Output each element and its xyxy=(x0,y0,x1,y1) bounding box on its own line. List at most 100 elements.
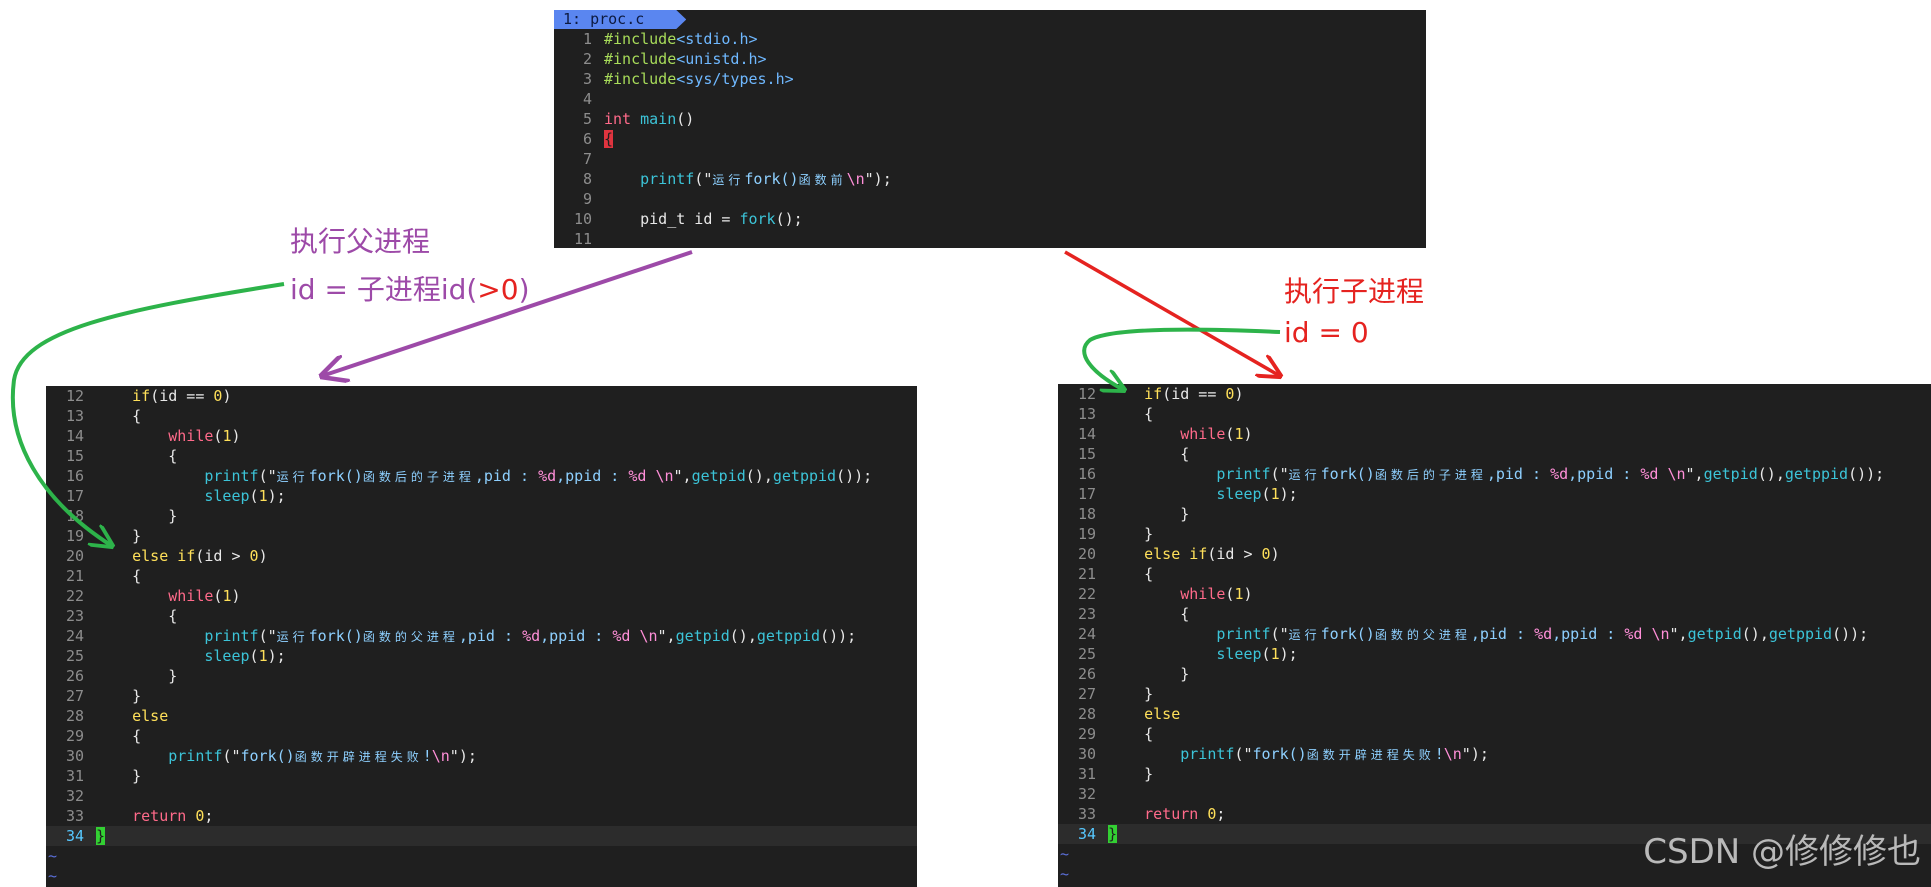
code-line[interactable]: 9 xyxy=(554,189,1426,209)
code-token: \n xyxy=(639,627,658,645)
code-line[interactable]: 8 printf("运行fork()函数前\n"); xyxy=(554,169,1426,189)
code-line[interactable]: 15 { xyxy=(1058,444,1931,464)
line-number: 25 xyxy=(65,647,84,665)
code-line[interactable]: 19 } xyxy=(46,526,917,546)
code-token: ! xyxy=(1434,745,1444,763)
line-number: 29 xyxy=(65,727,84,745)
code-line[interactable]: 5 int main() xyxy=(554,109,1426,129)
code-line[interactable]: 6{ xyxy=(554,129,1426,149)
code-line[interactable]: 30 printf("fork()函数开辟进程失败!\n"); xyxy=(46,746,917,766)
top-code-lines: 1 #include<stdio.h> 2 #include<unistd.h> 3 #i… xyxy=(554,29,1426,248)
code-token: %d xyxy=(628,467,656,485)
code-token: } xyxy=(96,507,178,525)
code-line[interactable]: 13 { xyxy=(1058,404,1931,424)
code-line[interactable]: 26 } xyxy=(46,666,917,686)
code-line[interactable]: 12 if(id == 0) xyxy=(46,386,917,406)
parent-id-note: id = 子进程id(>0) xyxy=(290,268,530,308)
code-line[interactable]: 32 xyxy=(46,786,917,806)
code-line[interactable]: 1 #include<stdio.h> xyxy=(554,29,1426,49)
code-line[interactable]: 31 } xyxy=(1058,764,1931,784)
code-line[interactable]: 18 } xyxy=(46,506,917,526)
line-number: 19 xyxy=(1077,525,1096,543)
code-line[interactable]: 7 xyxy=(554,149,1426,169)
tabline: 1: proc.c xyxy=(554,10,1426,29)
line-number: 18 xyxy=(1077,505,1096,523)
code-line[interactable]: 16 printf("运行fork()函数后的子进程,pid : %d,ppid… xyxy=(1058,464,1931,484)
code-line[interactable]: 29 { xyxy=(1058,724,1931,744)
code-token: getpid xyxy=(1703,465,1758,483)
code-line[interactable]: 12 if(id == 0) xyxy=(1058,384,1931,404)
code-line[interactable]: 17 sleep(1); xyxy=(46,486,917,506)
code-line[interactable]: 33 return 0; xyxy=(1058,804,1931,824)
code-line[interactable]: 4 xyxy=(554,89,1426,109)
code-token: (" xyxy=(1270,625,1289,643)
code-token: main xyxy=(640,110,677,128)
code-line[interactable]: 15 { xyxy=(46,446,917,466)
code-line[interactable]: 20 else if(id > 0) xyxy=(46,546,917,566)
code-line[interactable]: 22 while(1) xyxy=(1058,584,1931,604)
code-token: 1 xyxy=(258,487,268,505)
code-line[interactable]: 16 printf("运行fork()函数后的子进程,pid : %d,ppid… xyxy=(46,466,917,486)
code-token: int xyxy=(604,110,641,128)
code-line[interactable]: 31 } xyxy=(46,766,917,786)
buffer-tab[interactable]: 1: proc.c xyxy=(554,10,686,29)
code-line[interactable]: 25 sleep(1); xyxy=(1058,644,1931,664)
code-token: \n xyxy=(655,467,674,485)
code-token: ! xyxy=(422,747,432,765)
code-line[interactable]: 28 else xyxy=(1058,704,1931,724)
code-token: while xyxy=(1180,585,1226,603)
code-line[interactable]: 23 { xyxy=(1058,604,1931,624)
code-line[interactable]: 33 return 0; xyxy=(46,806,917,826)
code-line[interactable]: 22 while(1) xyxy=(46,586,917,606)
code-token: } xyxy=(1108,765,1154,783)
code-line[interactable]: 27 } xyxy=(46,686,917,706)
code-line[interactable]: 30 printf("fork()函数开辟进程失败!\n"); xyxy=(1058,744,1931,764)
code-line[interactable]: 23 { xyxy=(46,606,917,626)
code-token: getppid xyxy=(1784,465,1849,483)
code-line[interactable]: 19 } xyxy=(1058,524,1931,544)
parent-branch-code-editor[interactable]: 12 if(id == 0) 13 {14 while(1) 15 {16 prin… xyxy=(46,386,917,887)
empty-line-tilde: ~ xyxy=(48,847,58,865)
empty-line-tilde: ~ xyxy=(48,867,58,885)
code-line[interactable]: 34} xyxy=(46,826,917,846)
top-code-editor[interactable]: 1: proc.c 1 #include<stdio.h> 2 #include<un… xyxy=(554,10,1426,248)
code-line[interactable]: 17 sleep(1); xyxy=(1058,484,1931,504)
code-line[interactable]: 28 else xyxy=(46,706,917,726)
code-line[interactable]: 29 { xyxy=(46,726,917,746)
code-token: } xyxy=(1108,685,1154,703)
code-line[interactable]: 3 #include<sys/types.h> xyxy=(554,69,1426,89)
code-line[interactable]: 21 { xyxy=(46,566,917,586)
code-token: %d xyxy=(538,467,557,485)
line-number: 10 xyxy=(573,210,592,228)
code-line[interactable]: 25 sleep(1); xyxy=(46,646,917,666)
code-line[interactable]: 26 } xyxy=(1058,664,1931,684)
code-line[interactable]: 27 } xyxy=(1058,684,1931,704)
code-line[interactable]: 20 else if(id > 0) xyxy=(1058,544,1931,564)
code-line[interactable]: 18 } xyxy=(1058,504,1931,524)
code-line[interactable]: 10 pid_t id = fork(); xyxy=(554,209,1426,229)
code-line[interactable]: 32 xyxy=(1058,784,1931,804)
code-line[interactable]: 13 { xyxy=(46,406,917,426)
code-line[interactable]: 2 #include<unistd.h> xyxy=(554,49,1426,69)
code-line[interactable]: 11 xyxy=(554,229,1426,248)
code-line[interactable]: 14 while(1) xyxy=(46,426,917,446)
code-token: { xyxy=(96,407,142,425)
code-line[interactable]: 21 { xyxy=(1058,564,1931,584)
code-line[interactable]: 24 printf("运行fork()函数的父进程,pid : %d,ppid … xyxy=(1058,624,1931,644)
code-token: 运行 xyxy=(712,173,745,187)
code-token: \n xyxy=(1667,465,1686,483)
code-line[interactable]: 24 printf("运行fork()函数的父进程,pid : %d,ppid … xyxy=(46,626,917,646)
code-token: (" xyxy=(258,467,277,485)
code-token: (id > xyxy=(1207,545,1262,563)
code-token: ( xyxy=(249,647,259,665)
code-line[interactable]: 14 while(1) xyxy=(1058,424,1931,444)
child-branch-code-editor[interactable]: 12 if(id == 0) 13 {14 while(1) 15 {16 prin… xyxy=(1058,384,1931,887)
code-token: } xyxy=(1108,665,1190,683)
code-token: %d xyxy=(1534,625,1553,643)
code-token: <sys/types.h> xyxy=(676,70,794,88)
code-token: 运行 xyxy=(276,470,309,484)
code-token: \n xyxy=(1651,625,1670,643)
